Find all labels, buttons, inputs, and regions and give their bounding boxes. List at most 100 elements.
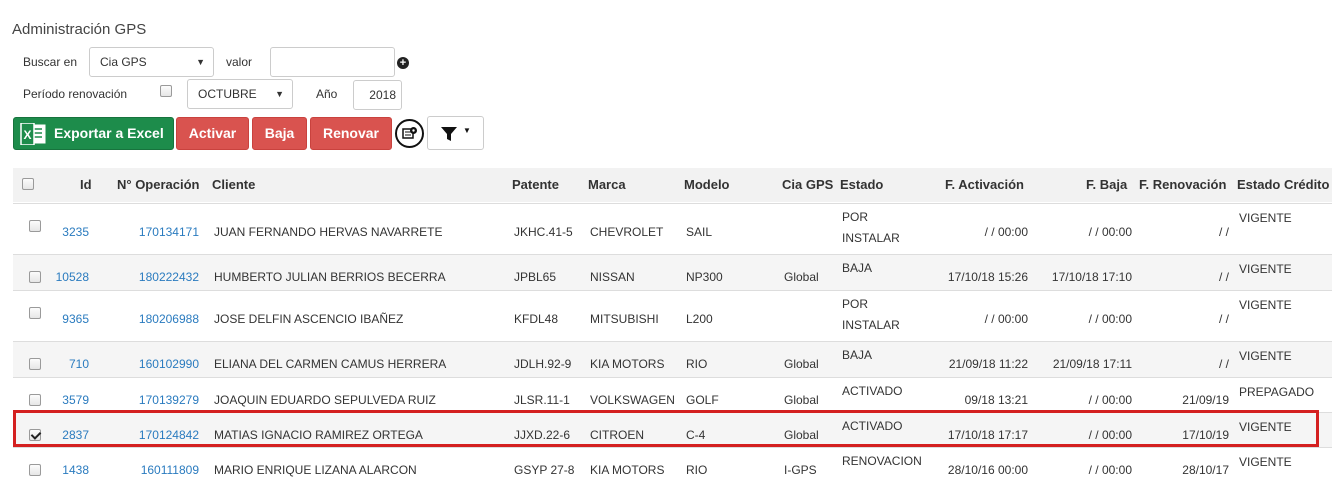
plus-circle-icon[interactable]: + [397,57,409,69]
col-patente[interactable]: Patente [512,177,559,192]
month-select[interactable]: OCTUBRE ▼ [187,79,293,109]
row-cliente: JOSE DELFIN ASCENCIO IBAÑEZ [214,312,404,326]
row-id-link[interactable]: 10528 [43,270,89,284]
table-row[interactable]: 10528 180222432 HUMBERTO JULIAN BERRIOS BE… [13,254,1332,290]
row-id-link[interactable]: 3579 [43,393,89,407]
row-checkbox[interactable] [29,220,41,232]
select-all-checkbox[interactable] [22,178,34,190]
settings-button[interactable] [395,119,424,148]
col-cia-gps[interactable]: Cia GPS [782,177,833,192]
row-operacion-link[interactable]: 180222432 [113,270,199,284]
row-modelo: GOLF [686,393,719,407]
row-f-renovacion: / / [1218,312,1229,326]
value-input[interactable] [270,47,395,77]
row-id-link[interactable]: 2837 [43,428,89,442]
row-f-renovacion: / / [1218,357,1229,371]
row-estado: ACTIVADO [842,384,903,398]
row-estado: BAJA [842,348,873,362]
row-estado-line2: INSTALAR [842,318,900,332]
row-estado: POR [842,210,869,224]
search-field-select[interactable]: Cia GPS ▼ [89,47,214,77]
row-checkbox[interactable] [29,464,41,476]
col-operacion[interactable]: N° Operación [117,177,200,192]
row-modelo: C-4 [686,428,706,442]
row-f-renovacion: 21/09/19 [1182,393,1229,407]
col-estado-credito[interactable]: Estado Crédito [1237,177,1329,192]
row-checkbox[interactable] [29,394,41,406]
row-estado-credito: PREPAGADO [1239,385,1315,399]
row-f-baja: / / 00:00 [1088,463,1132,477]
row-marca: MITSUBISHI [590,312,659,326]
row-f-baja: / / 00:00 [1088,393,1132,407]
row-estado-credito: VIGENTE [1239,349,1292,363]
row-estado-credito: VIGENTE [1239,455,1292,469]
table-row[interactable]: 9365 180206988 JOSE DELFIN ASCENCIO IBAÑEZ… [13,290,1332,341]
row-f-activacion: 17/10/18 17:17 [947,428,1028,442]
row-f-renovacion: / / [1218,225,1229,239]
table-row[interactable]: 3579 170139279 JOAQUIN EDUARDO SEPULVEDA R… [13,377,1332,412]
row-operacion-link[interactable]: 160102990 [113,357,199,371]
row-f-baja: / / 00:00 [1088,225,1132,239]
export-excel-button[interactable]: X Exportar a Excel [13,117,174,150]
row-cliente: HUMBERTO JULIAN BERRIOS BECERRA [214,270,446,284]
row-cliente: JUAN FERNANDO HERVAS NAVARRETE [214,225,443,239]
row-operacion-link[interactable]: 170134171 [113,225,199,239]
renovar-button[interactable]: Renovar [310,117,392,150]
row-estado: RENOVACION [842,454,922,468]
excel-icon: X [20,123,46,145]
row-estado-credito: VIGENTE [1239,298,1292,312]
col-estado[interactable]: Estado [840,177,883,192]
period-label: Período renovación [23,87,128,101]
row-estado-line2: INSTALAR [842,231,900,245]
activar-button[interactable]: Activar [176,117,249,150]
row-modelo: NP300 [686,270,723,284]
row-checkbox[interactable] [29,307,41,319]
caret-down-icon: ▼ [275,89,284,99]
row-patente: JPBL65 [514,270,557,284]
row-estado: BAJA [842,261,873,275]
row-cia-gps: Global [784,393,819,407]
row-checkbox[interactable] [29,358,41,370]
row-estado-credito: VIGENTE [1239,420,1292,434]
settings-icon [402,127,417,139]
year-input[interactable]: 2018 [353,80,402,110]
row-id-link[interactable]: 3235 [43,225,89,239]
row-id-link[interactable]: 710 [43,357,89,371]
col-f-baja[interactable]: F. Baja [1086,177,1127,192]
row-operacion-link[interactable]: 180206988 [113,312,199,326]
row-f-activacion: 28/10/16 00:00 [947,463,1028,477]
filter-dropdown-button[interactable]: ▼ [427,116,484,150]
row-checkbox[interactable] [29,429,41,441]
row-cia-gps: Global [784,357,819,371]
row-marca: VOLKSWAGEN [590,393,675,407]
table-row[interactable]: 710 160102990 ELIANA DEL CARMEN CAMUS HERR… [13,341,1332,377]
row-marca: CITROEN [590,428,644,442]
row-marca: KIA MOTORS [590,357,665,371]
row-marca: NISSAN [590,270,635,284]
row-f-activacion: 17/10/18 15:26 [947,270,1028,284]
col-id[interactable]: Id [80,177,92,192]
row-operacion-link[interactable]: 160111809 [113,463,199,477]
baja-button[interactable]: Baja [252,117,307,150]
col-f-activacion[interactable]: F. Activación [945,177,1024,192]
row-marca: CHEVROLET [590,225,664,239]
col-f-renovacion[interactable]: F. Renovación [1139,177,1226,192]
table-row[interactable]: 1438 160111809 MARIO ENRIQUE LIZANA ALARCO… [13,447,1332,483]
row-operacion-link[interactable]: 170139279 [113,393,199,407]
row-checkbox[interactable] [29,271,41,283]
table-row[interactable]: 2837 170124842 MATIAS IGNACIO RAMIREZ ORTE… [13,412,1332,447]
col-marca[interactable]: Marca [588,177,626,192]
col-cliente[interactable]: Cliente [212,177,255,192]
row-id-link[interactable]: 9365 [43,312,89,326]
row-operacion-link[interactable]: 170124842 [113,428,199,442]
table-row[interactable]: 3235 170134171 JUAN FERNANDO HERVAS NAVARR… [13,203,1332,254]
row-cia-gps: I-GPS [784,463,817,477]
value-label: valor [226,55,253,69]
col-modelo[interactable]: Modelo [684,177,730,192]
filter-icon [441,127,457,141]
period-checkbox[interactable] [160,85,172,97]
row-id-link[interactable]: 1438 [43,463,89,477]
row-patente: KFDL48 [514,312,559,326]
row-f-activacion: / / 00:00 [984,225,1028,239]
row-marca: KIA MOTORS [590,463,665,477]
